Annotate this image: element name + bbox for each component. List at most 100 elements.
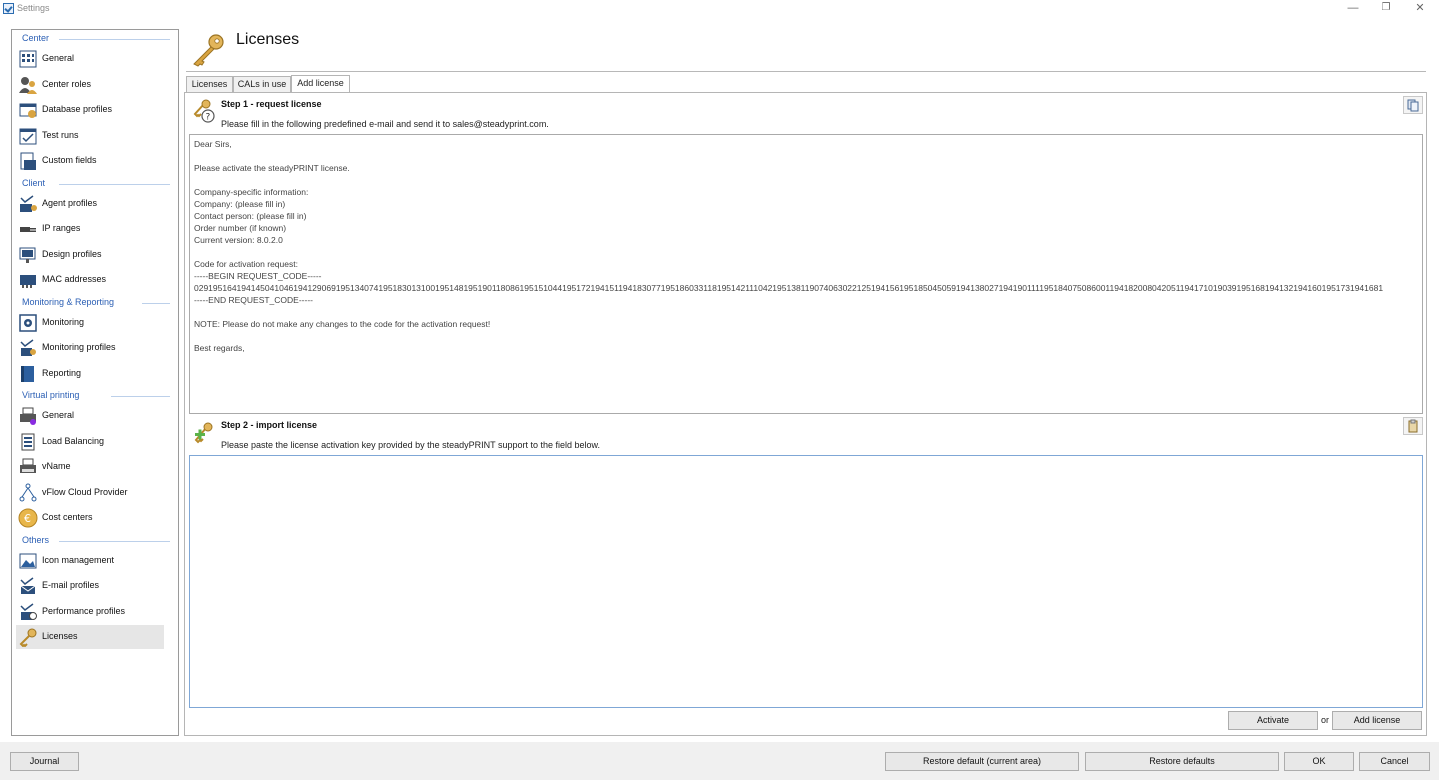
sidebar-item-general[interactable]: General — [16, 404, 164, 428]
sidebar-section-divider — [59, 39, 170, 40]
email-icon — [20, 577, 36, 594]
settings-navigation: Center General Center roles Database profil… — [11, 29, 179, 736]
sidebar-item-vname[interactable]: vName — [16, 455, 164, 479]
copy-button[interactable] — [1403, 96, 1423, 114]
sidebar-item-label: vName — [42, 461, 71, 471]
close-button[interactable]: ✕ — [1412, 1, 1428, 15]
email-line: Please activate the steadyPRINT license. — [194, 163, 350, 173]
monitor-icon — [19, 247, 36, 263]
sidebar-item-ip-ranges[interactable]: IP ranges — [16, 217, 164, 241]
email-line: -----BEGIN REQUEST_CODE----- — [194, 271, 322, 281]
sidebar-item-label: IP ranges — [42, 223, 81, 233]
key-icon — [193, 34, 224, 67]
page-title: Licenses — [236, 31, 300, 48]
email-line: -----END REQUEST_CODE----- — [194, 295, 313, 305]
activate-button[interactable]: Activate — [1228, 711, 1318, 730]
sidebar-item-custom-fields[interactable]: Custom fields — [16, 149, 164, 173]
form-icon — [20, 152, 36, 170]
email-line — [194, 246, 1422, 258]
tab-add-license[interactable]: Add license — [291, 75, 350, 93]
sidebar-item-monitoring[interactable]: Monitoring — [16, 311, 164, 335]
email-line: Company: (please fill in) — [194, 199, 286, 209]
sidebar-item-label: MAC addresses — [42, 274, 107, 284]
tab-cals-in-use[interactable]: CALs in use — [233, 76, 291, 93]
sidebar-item-general[interactable]: General — [16, 47, 164, 71]
sidebar-item-label: E-mail profiles — [42, 580, 100, 590]
sidebar-item-label: General — [42, 410, 75, 420]
sidebar-item-vflow-cloud-provider[interactable]: vFlow Cloud Provider — [16, 481, 164, 505]
step2-title: Step 2 - import license — [221, 420, 318, 430]
performance-icon — [20, 602, 37, 620]
database-icon — [19, 103, 37, 118]
sidebar-section-title: Others — [22, 534, 50, 545]
sidebar-item-mac-addresses[interactable]: MAC addresses — [16, 268, 164, 292]
restore-current-button[interactable]: Restore default (current area) — [885, 752, 1079, 771]
calendar-check-icon — [19, 128, 37, 144]
network-card-icon — [20, 275, 36, 288]
sidebar-section-title: Center — [22, 33, 50, 43]
restore-button[interactable]: ❐ — [1378, 1, 1394, 15]
euro-coin-icon: € — [18, 508, 38, 528]
or-label: or — [1321, 715, 1330, 725]
window-title: Settings — [17, 3, 50, 13]
printer-icon — [20, 407, 36, 425]
sidebar-item-performance-profiles[interactable]: Performance profiles — [16, 600, 164, 624]
tab-licenses[interactable]: Licenses — [186, 76, 233, 93]
load-balancing-icon — [21, 433, 35, 450]
sidebar-item-reporting[interactable]: Reporting — [16, 362, 164, 386]
email-line — [194, 306, 1422, 318]
minimize-button[interactable]: — — [1345, 1, 1361, 15]
step1-title: Step 1 - request license — [221, 99, 322, 109]
key-add-icon — [194, 422, 213, 444]
sidebar-item-e-mail-profiles[interactable]: E-mail profiles — [16, 574, 164, 598]
agent-icon — [20, 194, 37, 212]
title-bar: Settings — ❐ ✕ — [0, 0, 1439, 18]
sidebar-item-licenses[interactable]: Licenses — [16, 625, 164, 649]
license-key-input[interactable] — [189, 455, 1423, 708]
email-line: NOTE: Please do not make any changes to … — [194, 319, 491, 329]
email-line — [194, 174, 1422, 186]
email-line: Order number (if known) — [194, 223, 287, 233]
sidebar-item-cost-centers[interactable]: € Cost centers — [16, 506, 164, 530]
flow-icon — [19, 483, 37, 501]
key-question-icon: ? — [193, 99, 215, 123]
sidebar-item-label: Reporting — [42, 367, 82, 378]
sidebar-item-label: Custom fields — [42, 155, 97, 165]
plug-icon — [20, 227, 36, 232]
add-license-button[interactable]: Add license — [1332, 711, 1422, 730]
key-icon — [19, 628, 37, 647]
ok-button[interactable]: OK — [1284, 752, 1354, 771]
sidebar-section-divider — [142, 302, 170, 304]
restore-defaults-button[interactable]: Restore defaults — [1085, 752, 1279, 771]
sidebar-item-load-balancing[interactable]: Load Balancing — [16, 430, 164, 454]
email-line: Company-specific information: — [194, 187, 309, 197]
step2-description: Please paste the license activation key … — [221, 440, 601, 450]
paste-button[interactable] — [1403, 417, 1423, 435]
sidebar-item-monitoring-profiles[interactable]: Monitoring profiles — [16, 336, 164, 360]
sidebar-item-label: Database profiles — [42, 104, 113, 114]
email-line: Current version: 8.0.2.0 — [194, 235, 283, 245]
paste-icon — [1408, 419, 1418, 433]
sidebar-item-label: Licenses — [42, 631, 78, 641]
header-divider — [186, 71, 1426, 72]
email-line: Best regards, — [194, 343, 245, 353]
sidebar-section-divider — [59, 183, 170, 185]
app-icon — [3, 3, 14, 14]
sidebar-item-label: General — [42, 53, 75, 63]
sidebar-section-divider — [111, 396, 170, 397]
cancel-button[interactable]: Cancel — [1359, 752, 1430, 771]
sidebar-item-center-roles[interactable]: Center roles — [16, 73, 164, 97]
sidebar-item-database-profiles[interactable]: Database profiles — [16, 98, 164, 122]
sidebar-item-label: Icon management — [42, 554, 115, 565]
sidebar-item-test-runs[interactable]: Test runs — [16, 124, 164, 148]
copy-icon — [1407, 99, 1419, 112]
sidebar-section-title: Monitoring & Reporting — [22, 296, 115, 307]
sidebar-item-icon-management[interactable]: Icon management — [16, 549, 164, 573]
printer-name-icon — [20, 458, 36, 473]
sidebar-item-design-profiles[interactable]: Design profiles — [16, 243, 164, 267]
svg-text:€: € — [24, 512, 31, 525]
sidebar-item-agent-profiles[interactable]: Agent profiles — [16, 192, 164, 216]
journal-button[interactable]: Journal — [10, 752, 79, 771]
email-line: Code for activation request: — [194, 259, 298, 269]
sidebar-section-title: Virtual printing — [22, 390, 80, 400]
